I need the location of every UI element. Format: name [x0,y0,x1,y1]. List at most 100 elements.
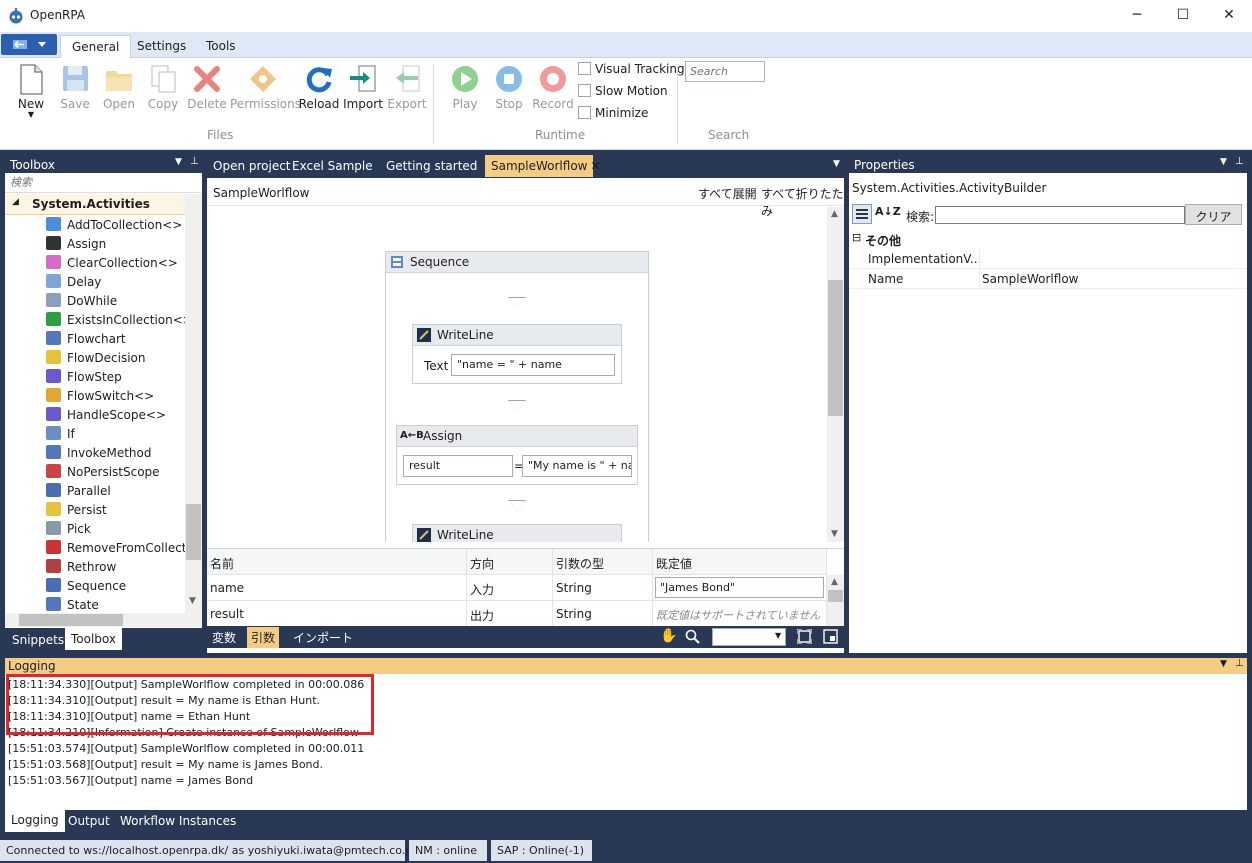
scroll-up-icon[interactable]: ▲ [831,209,838,219]
assign-value-input[interactable]: "My name is " + na [522,455,632,477]
visual-tracking-checkbox[interactable]: Visual Tracking [578,62,688,80]
export-button[interactable]: Export [385,62,429,126]
panel-menu-icon[interactable]: ▼ [1220,659,1227,669]
collapse-triangle-icon[interactable]: ◢ [12,197,19,207]
toolbox-item[interactable]: FlowDecision [5,350,185,369]
scroll-down-icon[interactable]: ▼ [189,596,196,606]
import-button[interactable]: Import [341,62,385,126]
slow-motion-checkbox[interactable]: Slow Motion [578,84,688,102]
property-value[interactable]: SampleWorlflow [982,272,1078,286]
column-header-direction[interactable]: 方向 [467,549,553,575]
scrollbar-thumb[interactable] [828,590,843,602]
toolbox-item[interactable]: Flowchart [5,331,185,350]
toolbox-item[interactable]: FlowStep [5,369,185,388]
scrollbar-thumb[interactable] [19,614,123,626]
scroll-down-icon[interactable]: ▼ [831,529,838,539]
pin-icon[interactable]: ⊥ [1235,658,1244,669]
sequence-header[interactable]: Sequence [386,252,648,273]
close-tab-icon[interactable]: ✕ [590,159,600,173]
clear-button[interactable]: クリア [1185,204,1242,225]
designer-vertical-scrollbar[interactable]: ▲ ▼ [827,207,844,542]
tab-arguments[interactable]: 引数 [247,627,280,648]
property-row[interactable]: Name SampleWorlflow [849,269,1247,289]
writeline-header[interactable]: WriteLine [413,325,621,346]
tab-open-project[interactable]: Open project [207,155,297,177]
toolbox-item[interactable]: If [5,426,185,445]
tab-snippets[interactable]: Snippets [12,633,64,647]
maximize-button[interactable]: ☐ [1160,0,1206,32]
text-expression-input[interactable]: "name = " + name [451,354,615,376]
toolbox-item[interactable]: DoWhile [5,293,185,312]
checkbox-box[interactable] [578,84,591,97]
properties-search-input[interactable] [935,206,1185,224]
tab-getting-started[interactable]: Getting started [380,155,483,177]
tab-variables[interactable]: 変数 [212,629,236,646]
play-button[interactable]: Play [443,62,487,126]
column-header-default[interactable]: 既定値 [653,549,827,575]
toolbox-search-input[interactable] [5,173,202,193]
toolbox-item[interactable]: Delay [5,274,185,293]
designer-canvas[interactable]: Sequence WriteLine Text "name = " + name… [207,207,827,542]
tab-logging[interactable]: Logging [5,810,65,832]
toolbox-item[interactable]: RemoveFromCollection<> [5,540,185,559]
zoom-magnifier-icon[interactable] [685,629,701,645]
arg-direction-cell[interactable]: 出力 [467,601,553,627]
fit-to-screen-icon[interactable] [797,629,812,644]
property-category[interactable]: ⊟ その他 [849,229,1247,249]
application-menu-button[interactable] [1,34,57,55]
property-row[interactable]: ImplementationV... [849,249,1247,269]
copy-button[interactable]: Copy [141,62,185,126]
sort-alphabetical-icon[interactable]: A↓Z [875,205,901,218]
toolbox-horizontal-scrollbar[interactable] [5,613,202,627]
arg-type-cell[interactable]: String [553,601,653,627]
tab-list-dropdown-icon[interactable]: ▼ [833,159,840,169]
arg-direction-cell[interactable]: 入力 [467,575,553,601]
panel-menu-icon[interactable]: ▼ [175,157,182,167]
tab-general[interactable]: General [60,35,132,58]
arg-name-cell[interactable]: result [207,601,467,627]
writeline-activity-2[interactable]: WriteLine [412,524,622,542]
close-button[interactable]: ✕ [1206,0,1252,32]
arg-type-cell[interactable]: String [553,575,653,601]
column-header-name[interactable]: 名前 [207,549,467,575]
toolbox-item[interactable]: Rethrow [5,559,185,578]
scrollbar-thumb[interactable] [186,504,201,560]
toolbox-vertical-scrollbar[interactable]: ▼ [185,194,202,614]
stop-button[interactable]: Stop [487,62,531,126]
tab-toolbox[interactable]: Toolbox [65,628,122,650]
toolbox-item[interactable]: HandleScope<> [5,407,185,426]
tab-workflow-instances[interactable]: Workflow Instances [120,814,236,828]
breadcrumb[interactable]: SampleWorlflow [213,186,309,200]
arg-default-input[interactable]: "James Bond" [655,577,824,598]
scrollbar-thumb[interactable] [828,280,843,416]
tab-imports[interactable]: インポート [293,629,353,646]
tab-sampleworlflow[interactable]: SampleWorlflow ✕ [485,155,601,177]
pan-hand-icon[interactable]: ✋ [660,628,677,644]
pin-icon[interactable]: ⊥ [190,156,199,167]
scroll-up-icon[interactable]: ▲ [831,577,838,587]
tab-excel-sample[interactable]: Excel Sample [286,155,379,177]
minimize-button[interactable]: ─ [1114,0,1160,32]
toolbox-item[interactable]: Persist [5,502,185,521]
ribbon-search-input[interactable] [685,61,765,82]
permissions-button[interactable]: Permissions [230,62,301,126]
panel-menu-icon[interactable]: ▼ [1220,157,1227,167]
sequence-activity[interactable]: Sequence [385,251,649,542]
toolbox-item[interactable]: Parallel [5,483,185,502]
record-button[interactable]: Record [531,62,575,126]
toolbox-item[interactable]: Sequence [5,578,185,597]
open-button[interactable]: Open [97,62,141,126]
expand-all-link[interactable]: すべて展開 [698,185,757,202]
toolbox-item[interactable]: NoPersistScope [5,464,185,483]
tab-tools[interactable]: Tools [195,35,247,58]
toolbox-item[interactable]: InvokeMethod [5,445,185,464]
toolbox-item[interactable]: ExistsInCollection<> [5,312,185,331]
new-button[interactable]: New ▼ [9,62,53,126]
tab-settings[interactable]: Settings [126,35,197,58]
pin-icon[interactable]: ⊥ [1235,156,1244,167]
column-header-type[interactable]: 引数の型 [553,549,653,575]
delete-button[interactable]: Delete [185,62,229,126]
tab-output[interactable]: Output [68,814,110,828]
checkbox-box[interactable] [578,62,591,75]
categorized-view-icon[interactable] [852,204,872,224]
